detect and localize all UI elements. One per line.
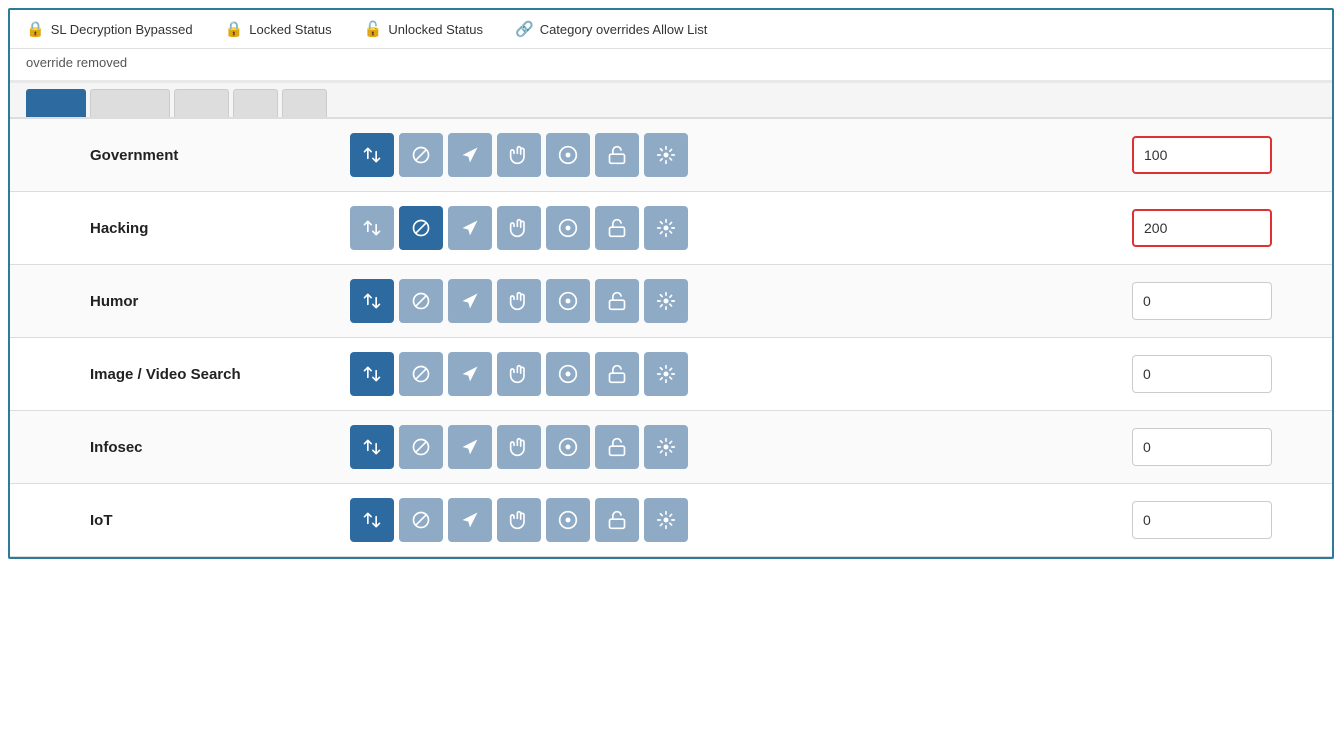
btn-unlock-humor[interactable]	[595, 279, 639, 323]
row-label-humor: Humor	[90, 293, 350, 310]
btn-unlock-hacking[interactable]	[595, 206, 639, 250]
btn-block-infosec[interactable]	[399, 425, 443, 469]
btn-bypass-government[interactable]	[448, 133, 492, 177]
btn-override-humor[interactable]	[644, 279, 688, 323]
btn-transfer-government[interactable]	[350, 133, 394, 177]
btn-transfer-image-video[interactable]	[350, 352, 394, 396]
row-label-hacking: Hacking	[90, 220, 350, 237]
table-row: Image / Video Search	[10, 338, 1332, 411]
action-buttons-humor	[350, 279, 1112, 323]
tab-4[interactable]	[233, 89, 278, 117]
btn-override-government[interactable]	[644, 133, 688, 177]
btn-transfer-infosec[interactable]	[350, 425, 394, 469]
locked-icon: 🔒	[225, 20, 244, 38]
btn-override-iot[interactable]	[644, 498, 688, 542]
btn-transfer-humor[interactable]	[350, 279, 394, 323]
tabs-bar	[10, 83, 1332, 119]
btn-bypass-image-video[interactable]	[448, 352, 492, 396]
btn-monitor-humor[interactable]	[546, 279, 590, 323]
notice-text: override removed	[26, 55, 127, 70]
unlocked-icon: 🔓	[364, 20, 383, 38]
btn-unlock-government[interactable]	[595, 133, 639, 177]
tab-3[interactable]	[174, 89, 229, 117]
legend-category-label: Category overrides Allow List	[540, 22, 708, 37]
btn-hand-image-video[interactable]	[497, 352, 541, 396]
input-image-video[interactable]	[1132, 355, 1272, 393]
main-container: 🔒 SL Decryption Bypassed 🔒 Locked Status…	[8, 8, 1334, 559]
legend-unlocked-status: 🔓 Unlocked Status	[364, 20, 483, 38]
legend-category-overrides: 🔗 Category overrides Allow List	[515, 20, 707, 38]
btn-unlock-infosec[interactable]	[595, 425, 639, 469]
legend-bar: 🔒 SL Decryption Bypassed 🔒 Locked Status…	[10, 10, 1332, 49]
btn-hand-iot[interactable]	[497, 498, 541, 542]
link-icon: 🔗	[515, 20, 534, 38]
btn-bypass-hacking[interactable]	[448, 206, 492, 250]
action-buttons-hacking	[350, 206, 1112, 250]
tab-active[interactable]	[26, 89, 86, 117]
notice-bar: override removed	[10, 49, 1332, 83]
action-buttons-image-video	[350, 352, 1112, 396]
table-row: Government	[10, 119, 1332, 192]
legend-unlocked-label: Unlocked Status	[388, 22, 483, 37]
btn-override-infosec[interactable]	[644, 425, 688, 469]
input-infosec[interactable]	[1132, 428, 1272, 466]
legend-ssl-bypassed: 🔒 SL Decryption Bypassed	[26, 20, 193, 38]
btn-unlock-image-video[interactable]	[595, 352, 639, 396]
input-iot[interactable]	[1132, 501, 1272, 539]
input-government[interactable]	[1132, 136, 1272, 174]
main-table: Government	[10, 119, 1332, 557]
legend-locked-status: 🔒 Locked Status	[225, 20, 332, 38]
row-label-government: Government	[90, 147, 350, 164]
btn-block-government[interactable]	[399, 133, 443, 177]
tab-5[interactable]	[282, 89, 327, 117]
btn-hand-humor[interactable]	[497, 279, 541, 323]
row-label-image-video: Image / Video Search	[90, 366, 350, 383]
input-humor[interactable]	[1132, 282, 1272, 320]
legend-locked-label: Locked Status	[249, 22, 331, 37]
btn-override-hacking[interactable]	[644, 206, 688, 250]
btn-monitor-hacking[interactable]	[546, 206, 590, 250]
action-buttons-infosec	[350, 425, 1112, 469]
btn-hand-hacking[interactable]	[497, 206, 541, 250]
tab-2[interactable]	[90, 89, 170, 117]
btn-override-image-video[interactable]	[644, 352, 688, 396]
btn-monitor-government[interactable]	[546, 133, 590, 177]
row-label-infosec: Infosec	[90, 439, 350, 456]
btn-unlock-iot[interactable]	[595, 498, 639, 542]
legend-ssl-label: SL Decryption Bypassed	[51, 22, 193, 37]
btn-block-hacking[interactable]	[399, 206, 443, 250]
table-row: IoT	[10, 484, 1332, 557]
lock-icon: 🔒	[26, 20, 45, 38]
btn-hand-government[interactable]	[497, 133, 541, 177]
action-buttons-government	[350, 133, 1112, 177]
btn-transfer-hacking[interactable]	[350, 206, 394, 250]
btn-block-iot[interactable]	[399, 498, 443, 542]
input-hacking[interactable]	[1132, 209, 1272, 247]
btn-bypass-iot[interactable]	[448, 498, 492, 542]
btn-monitor-image-video[interactable]	[546, 352, 590, 396]
btn-monitor-iot[interactable]	[546, 498, 590, 542]
action-buttons-iot	[350, 498, 1112, 542]
row-label-iot: IoT	[90, 512, 350, 529]
table-row: Hacking	[10, 192, 1332, 265]
btn-hand-infosec[interactable]	[497, 425, 541, 469]
btn-block-humor[interactable]	[399, 279, 443, 323]
btn-bypass-humor[interactable]	[448, 279, 492, 323]
table-row: Humor	[10, 265, 1332, 338]
table-row: Infosec	[10, 411, 1332, 484]
btn-transfer-iot[interactable]	[350, 498, 394, 542]
btn-block-image-video[interactable]	[399, 352, 443, 396]
btn-bypass-infosec[interactable]	[448, 425, 492, 469]
btn-monitor-infosec[interactable]	[546, 425, 590, 469]
